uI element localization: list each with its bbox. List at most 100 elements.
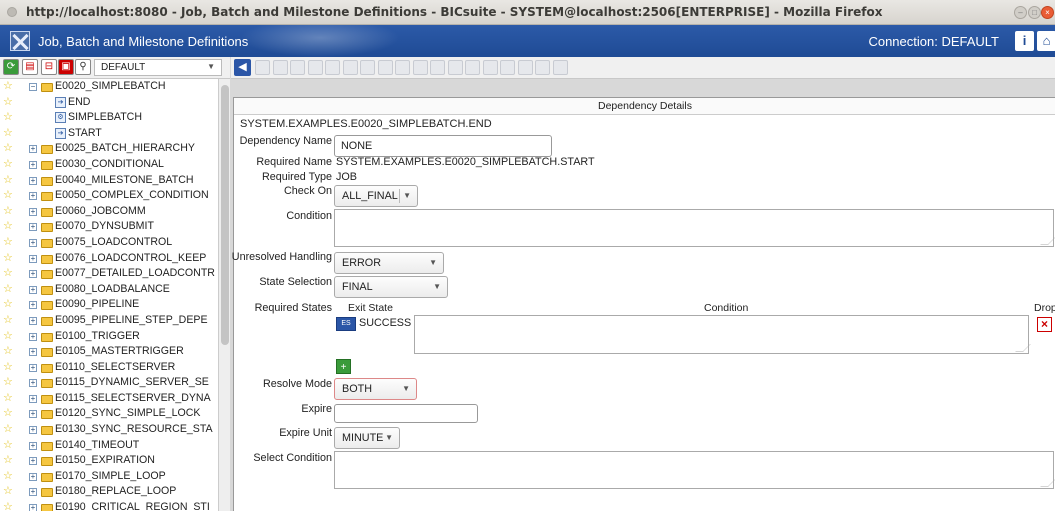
expand-icon[interactable]: + [29,426,37,435]
tree-item[interactable]: ☆ + E0075_LOADCONTROL [0,235,218,251]
resolve-mode-select[interactable]: BOTH ▼ [334,378,417,400]
search-icon[interactable]: ⚲ [75,59,91,75]
move-icon[interactable] [447,60,463,75]
dependency-name-input[interactable]: NONE [334,135,552,157]
tree-item[interactable]: ☆ + E0070_DYNSUBMIT [0,219,218,235]
tree-item[interactable]: ☆ + E0030_CONDITIONAL [0,157,218,173]
tree-scrollbar[interactable] [218,79,230,511]
tree-item[interactable]: ☆ − E0020_SIMPLEBATCH [0,79,218,95]
condition-textarea[interactable] [334,209,1055,247]
expand-icon[interactable]: + [29,145,37,154]
state-selection-select[interactable]: FINAL ▼ [334,276,448,298]
back-arrow-icon[interactable]: ◀ [234,59,251,76]
select-condition-textarea[interactable] [334,451,1055,489]
favorite-star-icon[interactable]: ☆ [3,392,15,405]
favorite-star-icon[interactable]: ☆ [3,174,15,187]
favorite-star-icon[interactable]: ☆ [3,423,15,436]
drop-state-button[interactable]: × [1037,317,1052,332]
favorite-star-icon[interactable]: ☆ [3,470,15,483]
cut-icon[interactable] [395,60,410,75]
expire-unit-select[interactable]: MINUTE ▼ [334,427,400,449]
tree-item[interactable]: ☆ + E0115_SELECTSERVER_DYNA [0,391,218,407]
tree-item[interactable]: ☆ + E0050_COMPLEX_CONDITION [0,188,218,204]
tree-item[interactable]: ☆ + E0076_LOADCONTROL_KEEP [0,251,218,267]
expand-icon[interactable]: + [29,332,37,341]
edit-icon[interactable] [500,60,515,75]
minimize-icon[interactable]: – [1014,6,1027,19]
favorite-star-icon[interactable]: ☆ [3,407,15,420]
tree-item[interactable]: ☆ + E0080_LOADBALANCE [0,282,218,298]
tree-item[interactable]: ☆ + E0180_REPLACE_LOOP [0,484,218,500]
favorite-star-icon[interactable]: ☆ [3,283,15,296]
message-icon[interactable] [535,60,550,75]
expand-icon[interactable]: + [29,160,37,169]
favorite-star-icon[interactable]: ☆ [3,127,15,140]
expand-icon[interactable]: + [29,504,37,511]
tree-item[interactable]: ☆ + E0105_MASTERTRIGGER [0,344,218,360]
grid-icon[interactable] [377,60,393,75]
expand-icon[interactable]: + [29,254,37,263]
new-icon[interactable] [325,60,340,75]
add-state-button[interactable]: + [336,359,351,374]
favorite-star-icon[interactable]: ☆ [3,454,15,467]
expand-icon[interactable]: + [29,410,37,419]
paste-icon[interactable] [412,60,428,75]
down-icon[interactable] [272,60,288,75]
tree-item[interactable]: ☆ + E0170_SIMPLE_LOOP [0,469,218,485]
expand-icon[interactable]: + [29,394,37,403]
maximize-icon[interactable]: □ [1028,6,1041,19]
clone-icon[interactable] [430,60,445,75]
tree-item[interactable]: ☆ + E0130_SYNC_RESOURCE_STA [0,422,218,438]
scrollbar-thumb[interactable] [221,85,229,345]
tree-item[interactable]: ☆ ⚙ SIMPLEBATCH [0,110,218,126]
expand-icon[interactable]: + [29,176,37,185]
favorite-star-icon[interactable]: ☆ [3,189,15,202]
export-icon[interactable] [482,60,498,75]
tree-item[interactable]: ☆ + E0040_MILESTONE_BATCH [0,173,218,189]
favorite-star-icon[interactable]: ☆ [3,298,15,311]
favorite-star-icon[interactable]: ☆ [3,330,15,343]
unresolved-handling-select[interactable]: ERROR ▼ [334,252,444,274]
favorite-star-icon[interactable]: ☆ [3,345,15,358]
tree-item[interactable]: ☆ ➔ END [0,95,218,111]
shield-icon[interactable] [552,60,568,75]
expand-icon[interactable]: + [29,488,37,497]
resize-grip-icon[interactable] [1040,237,1055,245]
expand-icon[interactable]: + [29,441,37,450]
tree-item[interactable]: ☆ + E0190_CRITICAL_REGION_STI [0,500,218,511]
expand-icon[interactable]: + [29,316,37,325]
tree-item[interactable]: ☆ ➔ START [0,126,218,142]
collapse-icon[interactable]: − [29,83,37,91]
tree-options-icon[interactable]: ⊟ [41,59,57,75]
favorite-star-icon[interactable]: ☆ [3,205,15,218]
expand-icon[interactable]: + [29,223,37,232]
lock-icon[interactable]: ▣ [58,59,74,75]
info-icon[interactable]: i [1015,31,1034,51]
favorite-star-icon[interactable]: ☆ [3,439,15,452]
tree-item[interactable]: ☆ + E0060_JOBCOMM [0,204,218,220]
favorite-star-icon[interactable]: ☆ [3,376,15,389]
home-icon[interactable]: ⌂ [1037,31,1055,51]
tree-item[interactable]: ☆ + E0110_SELECTSERVER [0,360,218,376]
close-icon[interactable]: × [1041,6,1054,19]
tree-item[interactable]: ☆ + E0120_SYNC_SIMPLE_LOCK [0,406,218,422]
tree-item[interactable]: ☆ + E0095_PIPELINE_STEP_DEPE [0,313,218,329]
up-icon[interactable] [255,60,270,75]
copy-icon[interactable] [290,60,305,75]
favorite-star-icon[interactable]: ☆ [3,142,15,155]
favorite-star-icon[interactable]: ☆ [3,111,15,124]
tree-item[interactable]: ☆ + E0090_PIPELINE [0,297,218,313]
expand-icon[interactable]: + [29,192,37,201]
window-menu-icon[interactable] [7,7,17,17]
expand-icon[interactable]: + [29,207,37,216]
environment-select[interactable]: DEFAULT ▼ [94,59,222,76]
tree-item[interactable]: ☆ + E0025_BATCH_HIERARCHY [0,141,218,157]
expand-icon[interactable]: + [29,238,37,247]
expand-icon[interactable]: + [29,270,37,279]
tree-item[interactable]: ☆ + E0150_EXPIRATION [0,453,218,469]
resize-grip-icon[interactable] [1015,344,1031,352]
submit-icon[interactable] [517,60,533,75]
favorite-star-icon[interactable]: ☆ [3,252,15,265]
expire-input[interactable] [334,404,478,423]
expand-icon[interactable]: + [29,457,37,466]
